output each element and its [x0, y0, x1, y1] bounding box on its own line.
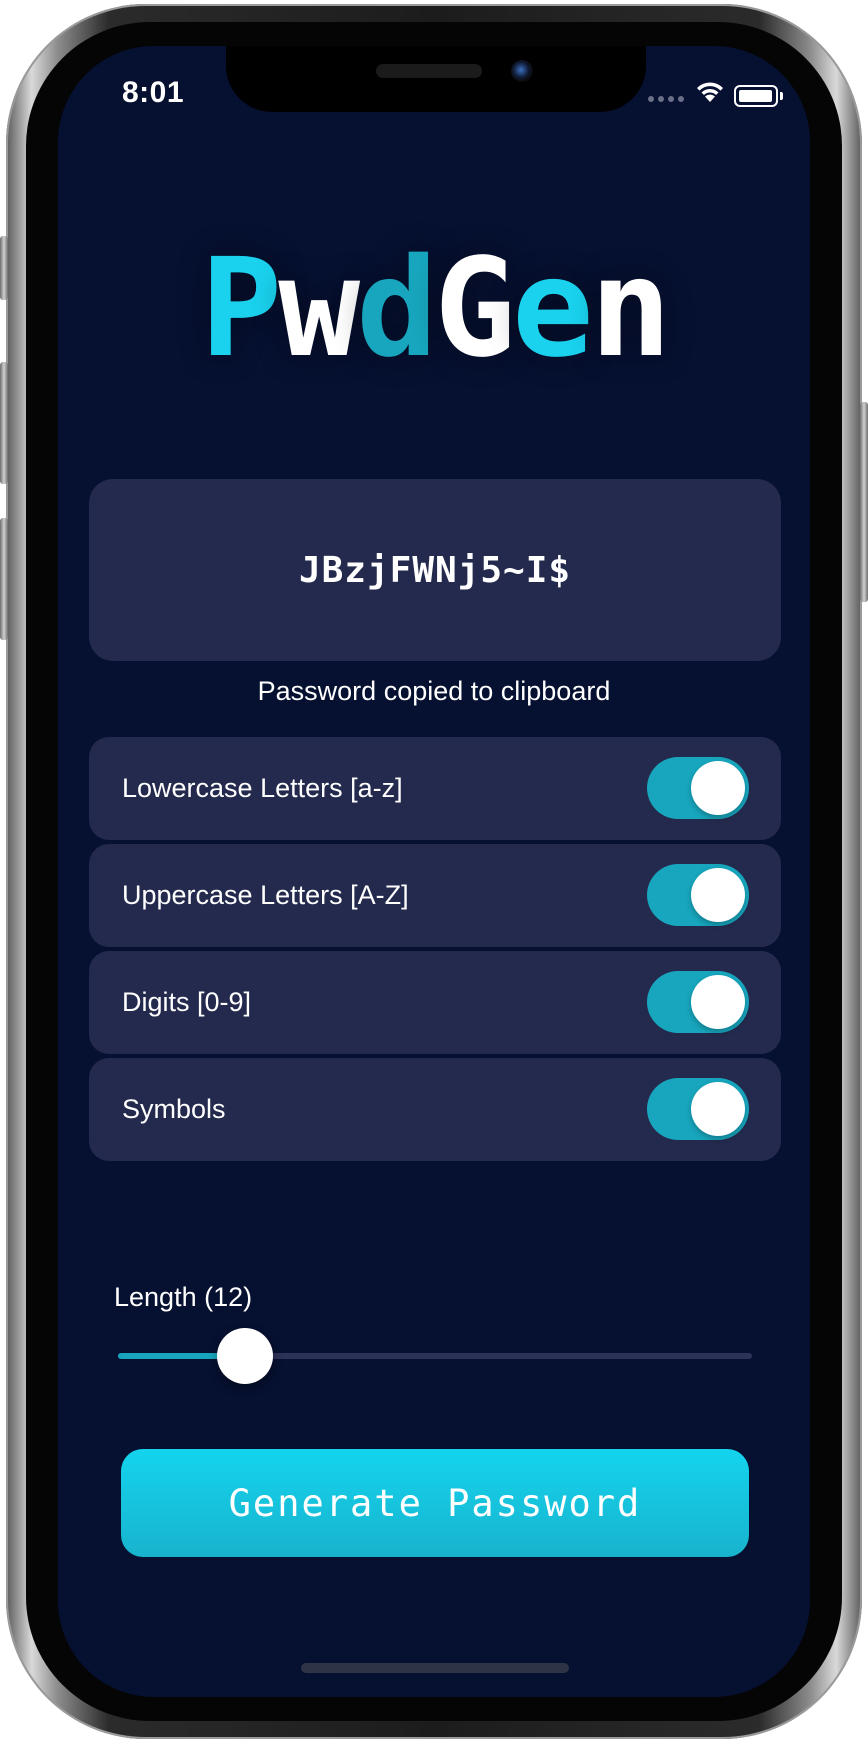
- option-label: Uppercase Letters [A-Z]: [122, 880, 409, 910]
- length-slider-thumb[interactable]: [217, 1328, 273, 1384]
- mute-switch: [0, 236, 8, 300]
- wifi-icon: [697, 82, 723, 102]
- option-label: Digits [0-9]: [122, 987, 252, 1017]
- home-indicator[interactable]: [301, 1663, 569, 1673]
- toggle-knob: [691, 761, 745, 815]
- option-toggle[interactable]: [647, 1078, 749, 1140]
- toggle-knob: [691, 868, 745, 922]
- logo-letter: w: [278, 230, 360, 388]
- generate-password-label: Generate Password: [228, 1481, 642, 1525]
- status-time: 8:01: [122, 76, 185, 109]
- length-slider[interactable]: [118, 1328, 752, 1384]
- app-logo: PwdGen: [58, 230, 810, 388]
- logo-letter: P: [200, 230, 282, 388]
- logo-letter: n: [589, 230, 672, 388]
- option-row: Lowercase Letters [a-z]: [89, 737, 781, 840]
- option-row: Digits [0-9]: [89, 951, 781, 1054]
- option-label: Lowercase Letters [a-z]: [122, 773, 403, 803]
- option-row: Uppercase Letters [A-Z]: [89, 844, 781, 947]
- front-camera: [511, 60, 533, 82]
- password-display[interactable]: JBzjFWNj5~I$: [89, 479, 781, 661]
- option-toggle[interactable]: [647, 757, 749, 819]
- earpiece-speaker: [376, 64, 482, 78]
- length-label: Length (12): [114, 1282, 253, 1312]
- volume-down-button: [0, 518, 8, 640]
- option-label: Symbols: [122, 1094, 226, 1124]
- logo-letter: d: [356, 230, 438, 388]
- copied-status-text: Password copied to clipboard: [257, 676, 611, 706]
- notch: [226, 46, 646, 112]
- volume-up-button: [0, 362, 8, 484]
- logo-letter: e: [511, 230, 594, 388]
- generate-password-button[interactable]: Generate Password: [121, 1449, 749, 1557]
- generated-password[interactable]: JBzjFWNj5~I$: [299, 550, 571, 591]
- cellular-signal-icon: [648, 96, 684, 102]
- option-toggle[interactable]: [647, 971, 749, 1033]
- toggle-knob: [691, 1082, 745, 1136]
- option-row: Symbols: [89, 1058, 781, 1161]
- logo-letter: G: [434, 230, 516, 388]
- option-toggle[interactable]: [647, 864, 749, 926]
- battery-icon: [734, 85, 783, 107]
- toggle-knob: [691, 975, 745, 1029]
- power-button: [860, 402, 868, 602]
- app-screen: 8:01 PwdGen JBzjFWNj5~I$ Password copied…: [58, 46, 810, 1697]
